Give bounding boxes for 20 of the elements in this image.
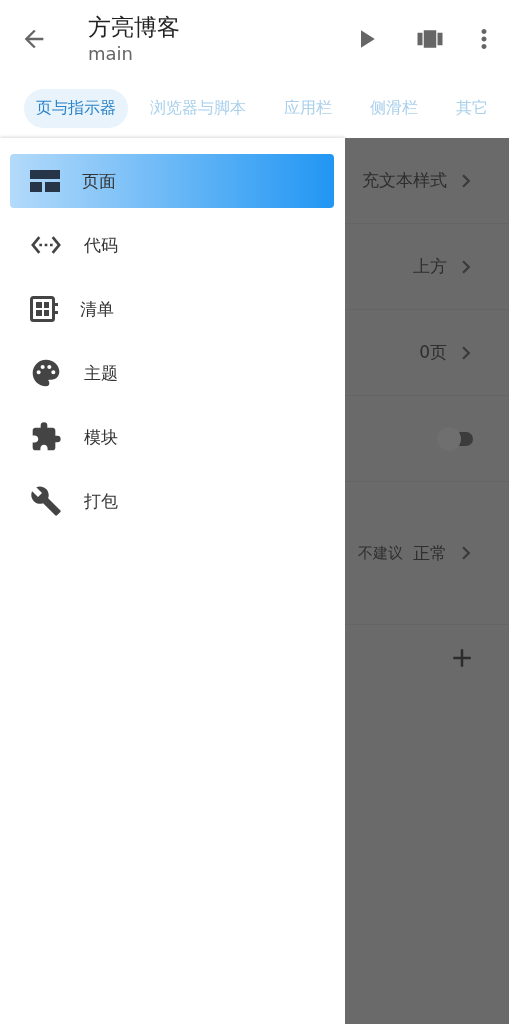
palette-icon <box>30 357 62 389</box>
setting-value: 0页 <box>419 341 447 364</box>
puzzle-icon <box>30 421 62 453</box>
app-title: 方亮博客 <box>88 13 181 42</box>
list-icon <box>30 296 58 322</box>
setting-value: 正常 <box>413 541 447 565</box>
setting-value: 上方 <box>413 255 447 278</box>
layout-icon <box>30 170 60 192</box>
wrench-icon <box>30 485 62 517</box>
drawer-item[interactable]: 代码 <box>10 218 334 272</box>
tab[interactable]: 页与指示器 <box>24 88 128 128</box>
toggle-switch[interactable] <box>437 426 475 451</box>
drawer-item[interactable]: 主题 <box>10 346 334 400</box>
setting-value: 充文本样式 <box>362 169 447 192</box>
drawer-item[interactable]: 打包 <box>10 474 334 528</box>
drawer-item[interactable]: 页面 <box>10 154 334 208</box>
drawer-item[interactable]: 清单 <box>10 282 334 336</box>
setting-note: 不建议 <box>358 543 403 563</box>
drawer-item[interactable]: 模块 <box>10 410 334 464</box>
app-subtitle: main <box>88 42 134 66</box>
